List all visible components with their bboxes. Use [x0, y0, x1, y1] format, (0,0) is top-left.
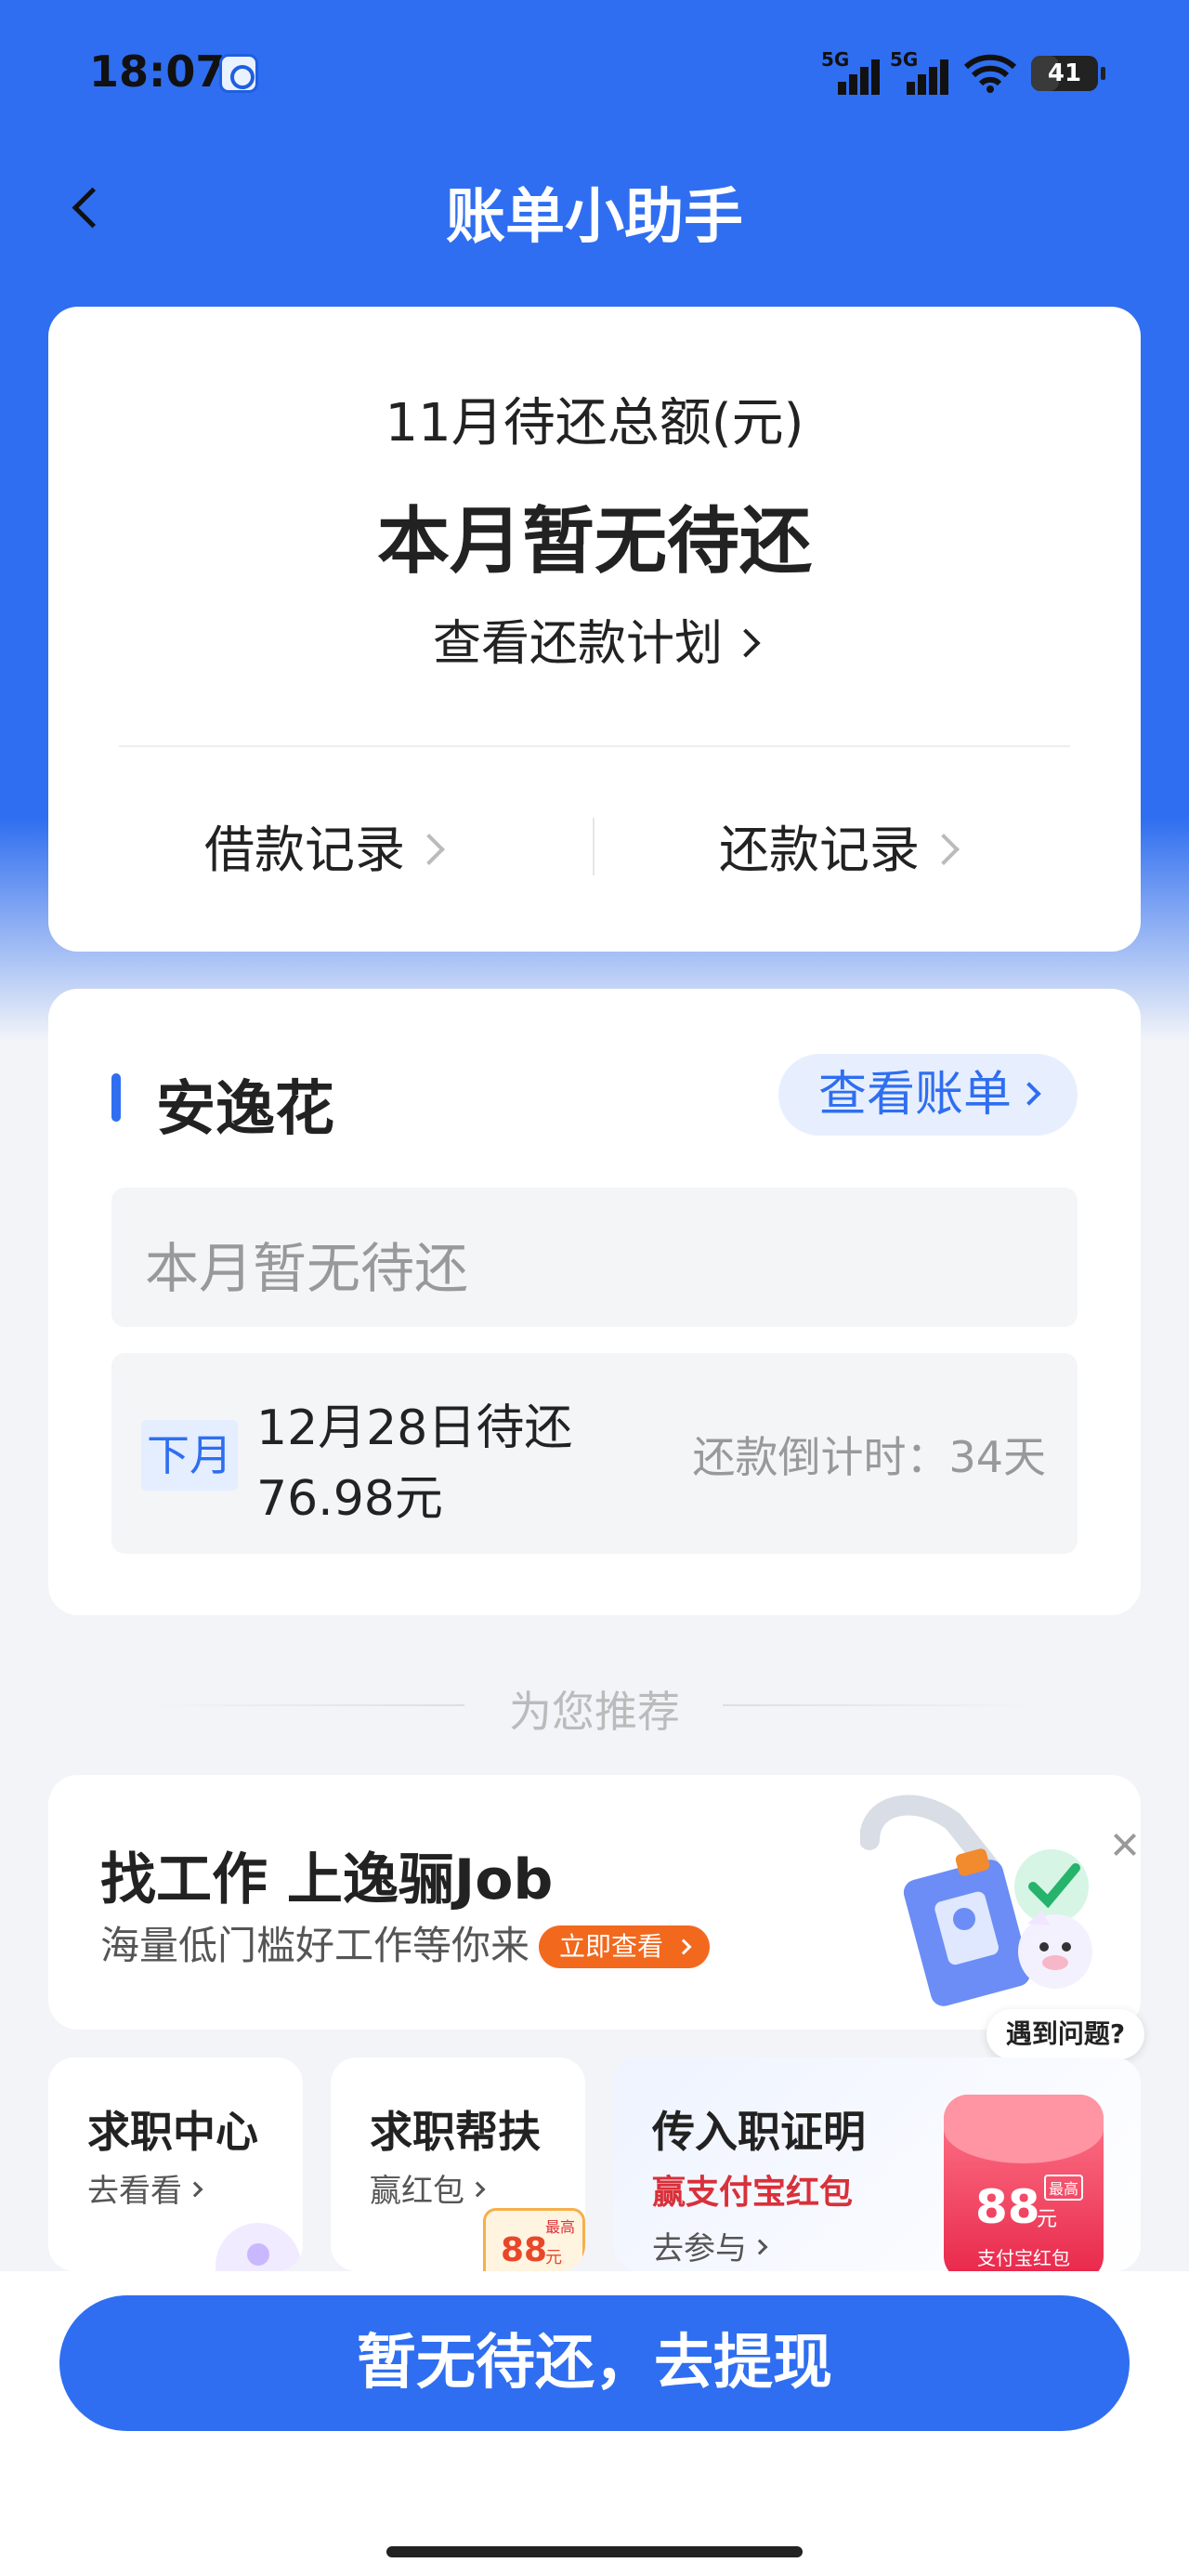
job-cta-label: 立即查看 [559, 1931, 664, 1962]
total-due-label: 11月待还总额(元) [385, 393, 804, 453]
view-repayment-plan-link[interactable]: 查看还款计划 [48, 604, 1141, 674]
signal-1-icon: 5G [821, 48, 880, 95]
repayment-summary-card: 11月待还总额(元) 本月暂无待还 查看还款计划 借款记录 还款记录 [48, 307, 1141, 952]
mini-card-title: 求职帮扶 [370, 2107, 541, 2157]
chevron-right-icon [675, 1939, 692, 1955]
recommend-line-right [723, 1704, 1039, 1706]
badge-tag: 最高 [544, 2218, 575, 2236]
status-time: 18:07 [89, 46, 226, 97]
divider [119, 745, 1070, 747]
next-month-due-box: 下月 12月28日待还 76.98元 还款倒计时：34天 [111, 1353, 1078, 1554]
next-due-date: 12月28日待还 [256, 1400, 573, 1456]
badge-caption: 支付宝红包 [977, 2247, 1070, 2269]
mini-card-title: 求职中心 [87, 2107, 258, 2157]
signal-2-icon: 5G [890, 48, 948, 95]
badge-value: 88 [975, 2180, 1040, 2234]
battery-icon: 41 [1031, 56, 1105, 91]
person-icon [216, 2223, 301, 2271]
repay-records-label: 还款记录 [719, 821, 920, 879]
mini-card-sub: 赢红包 [370, 2165, 486, 2211]
badge-value: 88 [501, 2231, 548, 2269]
job-support-card[interactable]: 求职帮扶 赢红包 最高 88 元 [331, 2057, 585, 2271]
withdraw-button[interactable]: 暂无待还，去提现 [59, 2295, 1130, 2431]
mini-card-title: 传入职证明 [652, 2107, 866, 2157]
next-due-amount: 76.98元 [256, 1471, 443, 1527]
job-banner-subtitle: 海量低门槛好工作等你来 [100, 1923, 530, 1968]
battery-level: 41 [1047, 59, 1082, 87]
job-badge-illustration [860, 1794, 1092, 2006]
chevron-right-icon [187, 2181, 203, 2197]
this-month-status-box: 本月暂无待还 [111, 1188, 1078, 1327]
employment-proof-card[interactable]: 传入职证明 赢支付宝红包 去参与 最高 88 元 支付宝红包 [613, 2057, 1141, 2271]
this-month-status: 本月暂无待还 [145, 1237, 469, 1300]
mini-card-sub-label: 去参与 [652, 2230, 747, 2267]
next-month-tag: 下月 [141, 1420, 238, 1491]
badge-tag: 最高 [1044, 2175, 1084, 2201]
chevron-right-icon [751, 2239, 768, 2254]
total-due-amount: 本月暂无待还 [376, 500, 812, 584]
borrow-records-label: 借款记录 [204, 821, 405, 879]
mini-card-sub: 去看看 [87, 2165, 203, 2211]
vertical-divider [593, 818, 594, 875]
chevron-right-icon [731, 628, 761, 658]
badge-unit: 元 [1037, 2208, 1058, 2231]
mini-card-sub-label: 去看看 [87, 2173, 182, 2210]
product-bill-card: 安逸花 查看账单 本月暂无待还 下月 12月28日待还 76.98元 还款倒计时… [48, 989, 1141, 1615]
mini-card-highlight: 赢支付宝红包 [652, 2174, 854, 2212]
home-indicator[interactable] [386, 2546, 803, 2557]
repay-records-link[interactable]: 还款记录 [719, 808, 960, 882]
help-bubble[interactable]: 遇到问题? [986, 2009, 1144, 2059]
job-banner-title: 找工作 上逸骊Job [100, 1847, 554, 1912]
network-type-2: 5G [890, 48, 919, 71]
wifi-icon [963, 54, 1017, 93]
page-title: 账单小助手 [446, 183, 743, 252]
chevron-right-icon [413, 834, 445, 866]
borrow-records-link[interactable]: 借款记录 [204, 808, 445, 882]
job-view-now-button[interactable]: 立即查看 [539, 1925, 711, 1968]
view-bill-button[interactable]: 查看账单 [778, 1054, 1078, 1136]
app-notification-icon [219, 54, 258, 93]
job-center-card[interactable]: 求职中心 去看看 [48, 2057, 303, 2271]
view-bill-label: 查看账单 [817, 1067, 1012, 1123]
alipay-red-packet-icon: 最高 88 元 支付宝红包 [944, 2095, 1104, 2271]
bottom-bar: 暂无待还，去提现 [0, 2271, 1189, 2576]
accent-bar [111, 1073, 121, 1122]
mini-card-sub: 去参与 [652, 2223, 768, 2268]
chevron-right-icon [928, 834, 960, 866]
job-banner[interactable]: 找工作 上逸骊Job 海量低门槛好工作等你来 立即查看 [48, 1775, 1141, 2030]
mini-card-sub-label: 赢红包 [370, 2173, 464, 2210]
close-icon[interactable] [1111, 1831, 1139, 1859]
plan-link-label: 查看还款计划 [432, 616, 723, 672]
chevron-right-icon [1017, 1082, 1041, 1106]
status-bar: 18:07 5G 5G 41 [0, 0, 1189, 149]
red-packet-badge-icon: 最高 88 元 [483, 2208, 585, 2271]
repayment-countdown: 还款倒计时：34天 [692, 1432, 1046, 1482]
recommend-title: 为您推荐 [509, 1687, 680, 1737]
network-type-1: 5G [821, 48, 850, 71]
product-name: 安逸花 [156, 1075, 334, 1144]
badge-unit: 元 [545, 2248, 562, 2267]
chevron-right-icon [469, 2181, 486, 2197]
